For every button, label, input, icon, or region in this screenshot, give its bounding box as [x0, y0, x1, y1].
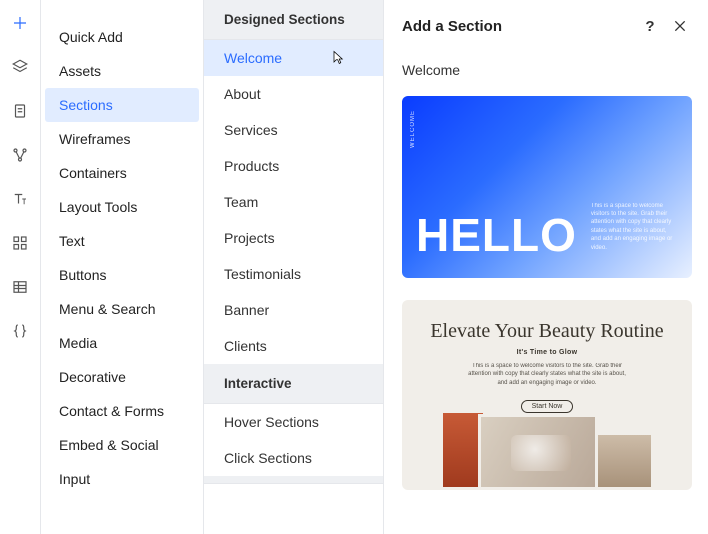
primary-item-wireframes[interactable]: Wireframes: [41, 122, 203, 156]
help-icon: ?: [645, 18, 654, 35]
preview-card-hello[interactable]: WELCOME HELLO This is a space to welcome…: [402, 96, 692, 278]
rail-table[interactable]: [0, 274, 40, 300]
subitem-products[interactable]: Products: [204, 148, 383, 184]
preview-beauty-title: Elevate Your Beauty Routine: [420, 320, 674, 343]
panel-header: Add a Section ?: [384, 0, 708, 48]
subitem-banner[interactable]: Banner: [204, 292, 383, 328]
preview-hello-headline: HELLO: [416, 212, 577, 258]
subitem-label: Welcome: [224, 50, 282, 66]
panel-title: Add a Section: [402, 18, 632, 35]
rail-pages[interactable]: [0, 98, 40, 124]
rail-apps[interactable]: [0, 230, 40, 256]
section-heading: Welcome: [402, 62, 692, 78]
main-panel: Add a Section ? Welcome WELCOME HELLO Th…: [384, 0, 708, 534]
page-icon: [11, 102, 29, 120]
type-icon: [11, 190, 29, 208]
subitem-about[interactable]: About: [204, 76, 383, 112]
primary-item-text[interactable]: Text: [41, 224, 203, 258]
icon-rail: [0, 0, 41, 534]
primary-item-media[interactable]: Media: [41, 326, 203, 360]
rail-type[interactable]: [0, 186, 40, 212]
primary-item-containers[interactable]: Containers: [41, 156, 203, 190]
pointer-cursor-icon: [329, 50, 345, 68]
preview-hello-caption: This is a space to welcome visitors to t…: [591, 202, 678, 258]
grid-icon: [11, 234, 29, 252]
primary-item-decorative[interactable]: Decorative: [41, 360, 203, 394]
rail-add[interactable]: [0, 10, 40, 36]
preview-card-beauty[interactable]: Elevate Your Beauty Routine It's Time to…: [402, 300, 692, 490]
preview-beauty-description: This is a space to welcome visitors to t…: [467, 362, 627, 387]
group-divider: [204, 476, 383, 484]
primary-item-input[interactable]: Input: [41, 462, 203, 496]
primary-item-assets[interactable]: Assets: [41, 54, 203, 88]
primary-item-sections[interactable]: Sections: [45, 88, 199, 122]
subitem-team[interactable]: Team: [204, 184, 383, 220]
secondary-list: Designed Sections Welcome About Services…: [204, 0, 384, 534]
primary-item-quick-add[interactable]: Quick Add: [41, 20, 203, 54]
rail-layers[interactable]: [0, 54, 40, 80]
braces-icon: [11, 322, 29, 340]
primary-item-buttons[interactable]: Buttons: [41, 258, 203, 292]
layers-icon: [11, 58, 29, 76]
primary-item-menu-search[interactable]: Menu & Search: [41, 292, 203, 326]
preview-hello-vertical: WELCOME: [410, 110, 416, 148]
panel-body: Welcome WELCOME HELLO This is a space to…: [384, 48, 708, 534]
primary-item-contact-forms[interactable]: Contact & Forms: [41, 394, 203, 428]
close-button[interactable]: [668, 14, 692, 38]
subitem-clients[interactable]: Clients: [204, 328, 383, 364]
subitem-projects[interactable]: Projects: [204, 220, 383, 256]
subitem-testimonials[interactable]: Testimonials: [204, 256, 383, 292]
help-button[interactable]: ?: [638, 14, 662, 38]
preview-beauty-subtitle: It's Time to Glow: [420, 349, 674, 356]
subitem-welcome[interactable]: Welcome: [204, 40, 383, 76]
plus-icon: [11, 14, 29, 32]
nodes-icon: [11, 146, 29, 164]
subitem-hover-sections[interactable]: Hover Sections: [204, 404, 383, 440]
preview-beauty-images: [402, 400, 692, 490]
primary-list: Quick Add Assets Sections Wireframes Con…: [41, 0, 204, 534]
primary-item-layout-tools[interactable]: Layout Tools: [41, 190, 203, 224]
rail-nodes[interactable]: [0, 142, 40, 168]
close-icon: [672, 18, 688, 34]
primary-item-embed-social[interactable]: Embed & Social: [41, 428, 203, 462]
preview-image-center: [478, 414, 598, 490]
group-header-interactive: Interactive: [204, 364, 383, 404]
table-icon: [11, 278, 29, 296]
preview-image-right: [590, 432, 654, 490]
group-header-designed: Designed Sections: [204, 0, 383, 40]
subitem-services[interactable]: Services: [204, 112, 383, 148]
rail-code[interactable]: [0, 318, 40, 344]
subitem-click-sections[interactable]: Click Sections: [204, 440, 383, 476]
